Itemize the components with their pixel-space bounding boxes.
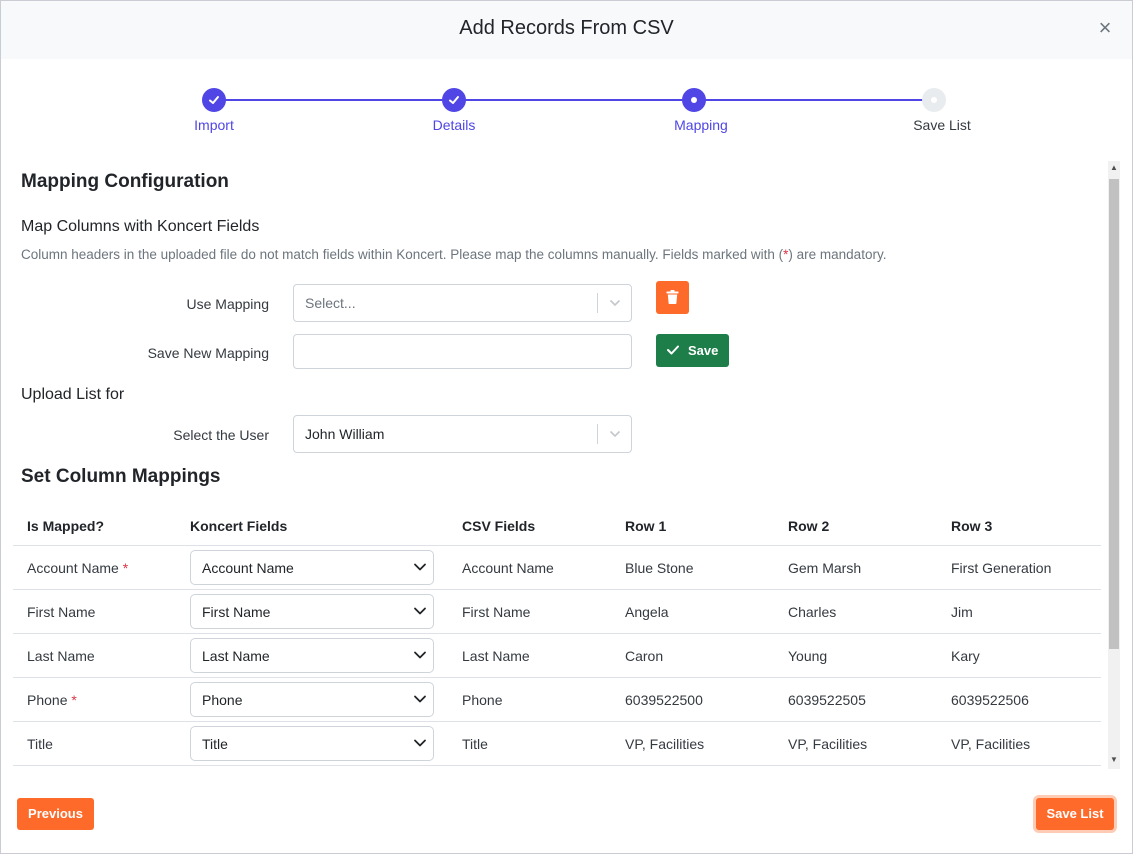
previous-button[interactable]: Previous <box>17 798 94 830</box>
row3-cell: First Generation <box>951 560 1052 576</box>
step-connector <box>454 99 694 101</box>
step-connector <box>694 99 934 101</box>
set-column-mappings-heading: Set Column Mappings <box>21 466 221 487</box>
csv-field-cell: Title <box>462 736 488 752</box>
progress-stepper: Import Details Mapping Save List <box>1 87 1132 137</box>
row1-cell: VP, Facilities <box>625 736 705 752</box>
mapping-content: Mapping Configuration Map Columns with K… <box>1 161 1106 769</box>
is-mapped-cell: Phone * <box>27 692 77 708</box>
row1-cell: Caron <box>625 648 664 664</box>
table-row: Account Name * Account Name Account Name… <box>13 546 1101 590</box>
chevron-down-icon <box>414 607 426 615</box>
koncert-field-select[interactable]: Last Name <box>190 638 434 673</box>
table-row: Last Name Last Name Last Name Caron Youn… <box>13 634 1101 678</box>
row3-cell: Kary <box>951 648 980 664</box>
table-row: Title Title Title VP, Facilities VP, Fac… <box>13 722 1101 766</box>
add-records-modal: Add Records From CSV × Import Details Ma… <box>0 0 1133 854</box>
save-new-mapping-input[interactable] <box>293 334 632 369</box>
use-mapping-placeholder: Select... <box>305 295 356 311</box>
header-csv-fields: CSV Fields <box>462 518 536 534</box>
koncert-field-select[interactable]: First Name <box>190 594 434 629</box>
is-mapped-cell: First Name <box>27 604 96 620</box>
chevron-down-icon <box>414 651 426 659</box>
map-columns-heading: Map Columns with Koncert Fields <box>21 218 260 235</box>
csv-field-cell: Phone <box>462 692 503 708</box>
modal-header: Add Records From CSV × <box>1 1 1132 59</box>
scroll-down-icon[interactable]: ▼ <box>1109 755 1119 765</box>
scroll-up-icon[interactable]: ▲ <box>1109 163 1119 173</box>
modal-title: Add Records From CSV <box>459 17 674 39</box>
select-user-select[interactable]: John William <box>293 415 632 453</box>
koncert-field-select[interactable]: Phone <box>190 682 434 717</box>
step-label-save-list: Save List <box>913 117 971 133</box>
upload-list-heading: Upload List for <box>21 386 125 403</box>
row2-cell: Young <box>788 648 828 664</box>
csv-field-cell: First Name <box>462 604 531 620</box>
row3-cell: 6039522506 <box>951 692 1029 708</box>
csv-field-cell: Account Name <box>462 560 554 576</box>
delete-mapping-button[interactable] <box>656 281 689 314</box>
is-mapped-cell: Title <box>27 736 53 752</box>
mapping-configuration-heading: Mapping Configuration <box>21 171 229 192</box>
scrollbar-thumb[interactable] <box>1109 179 1119 649</box>
chevron-down-icon <box>414 695 426 703</box>
header-is-mapped: Is Mapped? <box>27 518 105 534</box>
save-mapping-button[interactable]: Save <box>656 334 729 367</box>
row2-cell: Gem Marsh <box>788 560 862 576</box>
is-mapped-cell: Account Name * <box>27 560 129 576</box>
row2-cell: 6039522505 <box>788 692 866 708</box>
table-row: Phone * Phone Phone 6039522500 603952250… <box>13 678 1101 722</box>
select-separator <box>597 424 598 444</box>
table-row: First Name First Name First Name Angela … <box>13 590 1101 634</box>
step-save-list-dot-icon[interactable] <box>922 88 946 112</box>
check-icon <box>667 345 679 355</box>
row2-cell: Charles <box>788 604 837 620</box>
header-row-2: Row 2 <box>788 518 830 534</box>
use-mapping-select[interactable]: Select... <box>293 284 632 322</box>
step-details-check-icon[interactable] <box>442 88 466 112</box>
chevron-down-icon <box>609 430 621 438</box>
row1-cell: 6039522500 <box>625 692 703 708</box>
header-koncert-fields: Koncert Fields <box>190 518 288 534</box>
trash-icon <box>666 290 679 304</box>
is-mapped-cell: Last Name <box>27 648 95 664</box>
selected-user-value: John William <box>305 426 385 442</box>
chevron-down-icon <box>414 563 426 571</box>
step-label-import: Import <box>194 117 234 133</box>
select-user-label: Select the User <box>173 427 269 443</box>
row1-cell: Angela <box>625 604 669 620</box>
chevron-down-icon <box>609 299 621 307</box>
row3-cell: Jim <box>951 604 973 620</box>
step-mapping-dot-icon[interactable] <box>682 88 706 112</box>
step-label-details: Details <box>432 117 476 133</box>
koncert-field-select[interactable]: Account Name <box>190 550 434 585</box>
row1-cell: Blue Stone <box>625 560 694 576</box>
koncert-field-select[interactable]: Title <box>190 726 434 761</box>
close-icon[interactable]: × <box>1095 16 1115 40</box>
header-row-3: Row 3 <box>951 518 993 534</box>
row3-cell: VP, Facilities <box>951 736 1031 752</box>
step-import-check-icon[interactable] <box>202 88 226 112</box>
use-mapping-label: Use Mapping <box>186 296 270 312</box>
save-new-mapping-label: Save New Mapping <box>147 345 269 361</box>
select-separator <box>597 293 598 313</box>
save-button-label: Save <box>688 343 719 358</box>
step-connector <box>213 99 454 101</box>
save-list-button[interactable]: Save List <box>1036 798 1114 830</box>
chevron-down-icon <box>414 739 426 747</box>
step-label-mapping: Mapping <box>674 117 728 133</box>
row2-cell: VP, Facilities <box>788 736 868 752</box>
csv-field-cell: Last Name <box>462 648 530 664</box>
header-row-1: Row 1 <box>625 518 667 534</box>
mapping-description: Column headers in the uploaded file do n… <box>21 247 887 262</box>
table-header-row: Is Mapped? Koncert Fields CSV Fields Row… <box>13 505 1101 546</box>
